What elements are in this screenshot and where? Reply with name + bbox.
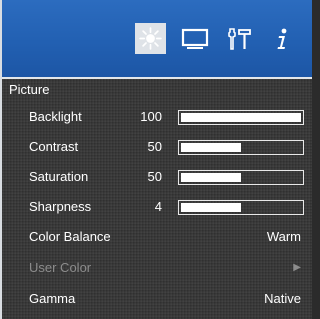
info-icon <box>277 28 286 49</box>
setting-label: Gamma <box>29 291 76 306</box>
setting-value: 50 <box>147 169 162 184</box>
osd-menu: Picture Backlight 100 Contrast 50 Satura… <box>0 0 312 319</box>
tab-tools[interactable] <box>223 23 254 54</box>
setting-label: Backlight <box>29 109 82 124</box>
setting-row-saturation[interactable]: Saturation 50 <box>2 165 312 191</box>
slider-fill <box>181 173 241 182</box>
setting-label: User Color <box>29 260 92 275</box>
setting-row-gamma[interactable]: Gamma Native <box>2 287 312 313</box>
slider-fill <box>181 113 301 122</box>
tab-picture[interactable] <box>135 23 166 54</box>
level-slider[interactable] <box>178 140 304 155</box>
setting-row-color-balance[interactable]: Color Balance Warm <box>2 225 312 251</box>
tab-display[interactable] <box>179 23 210 54</box>
setting-value: 50 <box>147 139 162 154</box>
submenu-arrow-icon: ▶ <box>293 262 301 273</box>
brightness-icon <box>139 27 162 50</box>
menu-header <box>2 0 312 79</box>
setting-row-backlight[interactable]: Backlight 100 <box>2 105 312 131</box>
setting-value: Warm <box>266 229 301 244</box>
setting-value: 100 <box>140 109 162 124</box>
level-slider[interactable] <box>178 110 304 125</box>
tab-info[interactable] <box>266 23 297 54</box>
setting-row-user-color: User Color ▶ <box>2 256 312 282</box>
display-icon <box>181 28 208 49</box>
level-slider[interactable] <box>178 170 304 185</box>
tools-icon <box>227 27 251 50</box>
setting-label: Contrast <box>29 139 79 154</box>
setting-label: Color Balance <box>29 229 111 244</box>
slider-fill <box>181 203 241 212</box>
setting-row-contrast[interactable]: Contrast 50 <box>2 135 312 161</box>
setting-value: Native <box>264 291 301 306</box>
setting-label: Saturation <box>29 169 89 184</box>
setting-row-sharpness[interactable]: Sharpness 4 <box>2 195 312 221</box>
setting-label: Sharpness <box>29 199 92 214</box>
level-slider[interactable] <box>178 200 304 215</box>
slider-fill <box>181 143 241 152</box>
setting-value: 4 <box>154 199 162 214</box>
section-title: Picture <box>9 82 50 97</box>
